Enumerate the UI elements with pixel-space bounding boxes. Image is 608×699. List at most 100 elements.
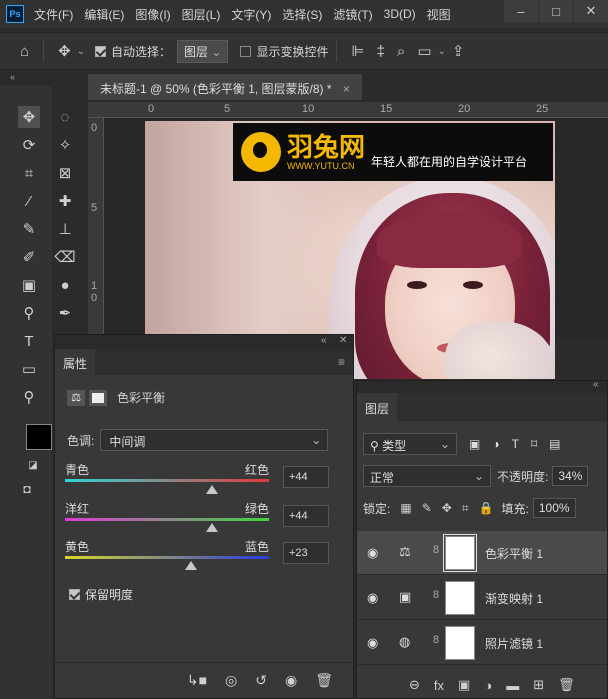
magenta-green-track[interactable] bbox=[65, 518, 269, 521]
collapse-panel-icon[interactable]: « bbox=[593, 379, 599, 390]
layer-row[interactable]: ◉ ◍ 8 照片滤镜 1 bbox=[357, 621, 607, 665]
dodge-tool-icon[interactable]: ⚲ bbox=[18, 302, 40, 324]
show-transform-checkbox[interactable] bbox=[240, 45, 252, 57]
align-center-icon[interactable]: ‡ bbox=[377, 43, 385, 60]
menu-type[interactable]: 文字(Y) bbox=[231, 6, 271, 23]
auto-select-target-dropdown[interactable]: 图层 ⌄ bbox=[177, 39, 229, 63]
swap-colors-icon[interactable]: ◪ bbox=[22, 454, 44, 476]
zoom-tool-icon[interactable]: ⚲ bbox=[18, 386, 40, 408]
chevron-down-icon[interactable]: ⌄ bbox=[438, 46, 446, 57]
new-adjustment-icon[interactable]: ◑ bbox=[484, 678, 492, 693]
lock-artboard-icon[interactable]: ⌗ bbox=[462, 501, 469, 516]
filter-shape-icon[interactable]: ⌑ bbox=[531, 437, 537, 451]
type-tool-icon[interactable]: T bbox=[18, 330, 40, 352]
opacity-input[interactable]: 34% bbox=[552, 466, 589, 486]
tab-properties[interactable]: 属性 bbox=[55, 349, 96, 375]
crop-tool-icon[interactable]: ⌗ bbox=[18, 162, 40, 184]
lock-all-icon[interactable]: 🔒 bbox=[479, 501, 494, 515]
healing-brush-icon[interactable]: ✚ bbox=[54, 190, 76, 212]
cyan-red-value[interactable]: +44 bbox=[283, 466, 329, 488]
new-group-icon[interactable]: ▬ bbox=[506, 678, 519, 693]
layer-row[interactable]: ◉ ⚖ 8 色彩平衡 1 bbox=[357, 531, 607, 575]
fx-icon[interactable]: fx bbox=[434, 678, 444, 693]
filter-smart-object-icon[interactable]: ▤ bbox=[549, 437, 560, 451]
eye-icon[interactable]: ◉ bbox=[367, 635, 378, 651]
fill-input[interactable]: 100% bbox=[532, 498, 576, 518]
toolbar-collapse[interactable]: « bbox=[0, 72, 52, 86]
filter-adjustment-icon[interactable]: ◑ bbox=[492, 437, 499, 451]
blur-tool-icon[interactable]: ● bbox=[54, 274, 76, 296]
view-previous-icon[interactable]: ◎ bbox=[225, 672, 237, 689]
layer-mask-thumbnail[interactable] bbox=[445, 626, 475, 660]
filter-pixel-icon[interactable]: ▣ bbox=[469, 437, 480, 451]
auto-select-toggle[interactable]: 自动选择： bbox=[95, 43, 171, 60]
menu-file[interactable]: 文件(F) bbox=[34, 6, 73, 23]
move-tool-icon[interactable]: ✥ bbox=[58, 42, 71, 60]
move-tool-icon[interactable]: ✥ bbox=[18, 106, 40, 128]
close-panel-icon[interactable]: ✕ bbox=[339, 335, 347, 346]
eyedropper-icon[interactable]: ⁄ bbox=[18, 190, 40, 212]
panel-menu-icon[interactable]: ≡ bbox=[338, 355, 345, 369]
layer-row[interactable]: ◉ ▣ 8 渐变映射 1 bbox=[357, 576, 607, 620]
history-brush-icon[interactable]: ✐ bbox=[18, 246, 40, 268]
gradient-tool-icon[interactable]: ▣ bbox=[18, 274, 40, 296]
menu-edit[interactable]: 编辑(E) bbox=[84, 6, 124, 23]
brush-tool-icon[interactable]: ✎ bbox=[18, 218, 40, 240]
cyan-red-thumb[interactable] bbox=[205, 485, 218, 494]
collapse-panel-icon[interactable]: « bbox=[321, 335, 327, 346]
home-icon[interactable]: ⌂ bbox=[20, 43, 29, 60]
align-left-icon[interactable]: ⊫ bbox=[351, 42, 364, 60]
layer-mask-icon[interactable] bbox=[89, 389, 107, 406]
trash-icon[interactable]: 🗑 bbox=[315, 672, 333, 689]
eraser-icon[interactable]: ⌫ bbox=[54, 246, 76, 268]
magic-wand-icon[interactable]: ✧ bbox=[54, 134, 76, 156]
lasso-tool-icon[interactable]: ⟳ bbox=[18, 134, 40, 156]
close-button[interactable]: ✕ bbox=[574, 0, 608, 22]
yellow-blue-track[interactable] bbox=[65, 556, 269, 559]
layer-mask-thumbnail[interactable] bbox=[443, 534, 477, 572]
preserve-luminosity-toggle[interactable]: 保留明度 bbox=[69, 586, 133, 603]
magenta-green-value[interactable]: +44 bbox=[283, 505, 329, 527]
tab-layers[interactable]: 图层 bbox=[357, 393, 398, 421]
workspace-icon[interactable]: ▭ bbox=[417, 42, 431, 60]
show-transform-toggle[interactable]: 显示变换控件 bbox=[240, 43, 328, 60]
menu-view[interactable]: 视图 bbox=[427, 6, 451, 23]
panel-titlebar[interactable]: « ✕ bbox=[55, 335, 353, 349]
auto-select-checkbox[interactable] bbox=[95, 45, 107, 57]
menu-layer[interactable]: 图层(L) bbox=[182, 6, 221, 23]
link-icon[interactable]: 8 bbox=[433, 589, 439, 601]
link-layers-icon[interactable]: ⊖ bbox=[409, 677, 420, 693]
shape-tool-icon[interactable]: ▭ bbox=[18, 358, 40, 380]
trash-icon[interactable]: 🗑 bbox=[558, 677, 575, 693]
quick-mask-icon[interactable]: ◘ bbox=[16, 478, 38, 500]
panel-titlebar[interactable]: « bbox=[357, 379, 607, 393]
share-icon[interactable]: ⇪ bbox=[452, 42, 465, 60]
yellow-blue-thumb[interactable] bbox=[185, 561, 198, 570]
pen-tool-icon[interactable]: ✒ bbox=[54, 302, 76, 324]
filter-type-icon[interactable]: T bbox=[512, 437, 519, 451]
layer-mask-thumbnail[interactable] bbox=[445, 581, 475, 615]
chevron-down-icon[interactable]: ⌄ bbox=[77, 46, 85, 57]
tone-dropdown[interactable]: 中间调 ⌄ bbox=[100, 429, 329, 451]
eye-icon[interactable]: ◉ bbox=[367, 590, 378, 606]
menu-3d[interactable]: 3D(D) bbox=[384, 7, 416, 21]
clip-to-layer-icon[interactable]: ↳■ bbox=[187, 672, 207, 689]
document-tab[interactable]: 未标题-1 @ 50% (色彩平衡 1, 图层蒙版/8) * × bbox=[88, 74, 362, 100]
visibility-icon[interactable]: ◉ bbox=[285, 672, 297, 689]
search-icon[interactable]: ⌕ bbox=[397, 43, 405, 60]
magenta-green-thumb[interactable] bbox=[205, 523, 218, 532]
lock-position-icon[interactable]: ✥ bbox=[442, 501, 452, 515]
preserve-luminosity-checkbox[interactable] bbox=[69, 589, 80, 600]
eye-icon[interactable]: ◉ bbox=[367, 545, 378, 561]
new-layer-icon[interactable]: ⊞ bbox=[533, 677, 544, 693]
menu-filter[interactable]: 滤镜(T) bbox=[333, 6, 372, 23]
frame-tool-icon[interactable]: ⊠ bbox=[54, 162, 76, 184]
link-icon[interactable]: 8 bbox=[433, 544, 439, 556]
blend-mode-dropdown[interactable]: 正常 ⌄ bbox=[363, 465, 491, 487]
marquee-tool-icon[interactable]: ◌ bbox=[54, 106, 76, 128]
reset-icon[interactable]: ↺ bbox=[255, 672, 267, 689]
minimize-button[interactable]: – bbox=[504, 0, 538, 22]
close-tab-icon[interactable]: × bbox=[343, 82, 350, 96]
link-icon[interactable]: 8 bbox=[433, 634, 439, 646]
clone-stamp-icon[interactable]: ⊥ bbox=[54, 218, 76, 240]
